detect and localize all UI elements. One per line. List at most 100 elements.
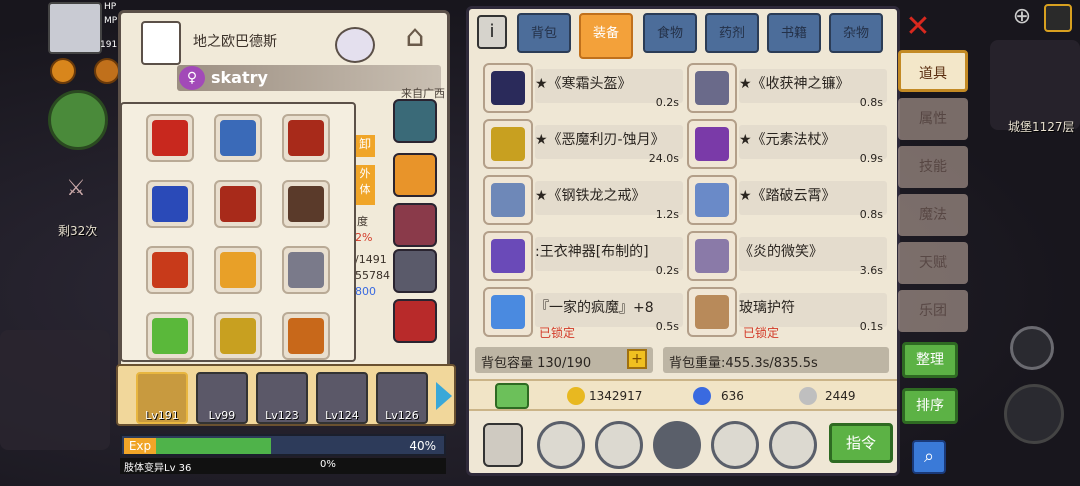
player-avatar[interactable] [48,2,102,54]
gem-icon [693,387,711,405]
ring-icon [483,175,533,225]
equip-slot-weapon[interactable] [146,246,194,294]
tab-backpack[interactable]: 背包 [517,13,571,53]
mutation-bar: 肢体变异Lv 36 0% [120,458,446,474]
stat-fragment: 度 [357,215,368,228]
sort-button[interactable]: 排序 [902,388,958,424]
globe-icon[interactable]: ⊕ [1008,4,1036,32]
item-color [491,127,525,161]
equip-slot-head[interactable] [146,114,194,162]
hero-portrait[interactable]: Lv191 [136,372,188,424]
swap-button[interactable] [769,421,817,469]
female-icon: ♀ [179,66,205,90]
fullscreen-icon[interactable] [1044,4,1072,32]
dice-icon[interactable] [483,423,523,467]
equip-slot-mask[interactable] [282,180,330,228]
item-color [491,239,525,273]
tab-food[interactable]: 食物 [643,13,697,53]
search-icon[interactable]: ⌕ [912,440,946,474]
inventory-item[interactable]: ★《收获神之镰》 0.8s [687,63,887,113]
minimap[interactable] [990,40,1080,130]
pumpkin-icon[interactable] [393,153,437,197]
hero-portrait[interactable]: Lv124 [316,372,368,424]
empty-slot-button[interactable] [653,421,701,469]
tab-equipment[interactable]: 装备 [579,13,633,59]
silver-value: 2449 [825,389,856,403]
tab-potion[interactable]: 药剂 [705,13,759,53]
item-color [491,183,525,217]
unload-tag[interactable]: 卸 [355,135,375,157]
gear-icon[interactable] [393,249,437,293]
inventory-item[interactable]: ★《钢铁龙之戒》 1.2s [483,175,683,225]
scythe-icon [687,63,737,113]
item-color [491,71,525,105]
hero-portrait[interactable]: Lv126 [376,372,428,424]
item-name: ★《恶魔利刃-蚀月》 [535,132,665,148]
stat-fragment: /1491 [355,253,387,266]
inventory-item[interactable]: ★《恶魔利刃-蚀月》 24.0s [483,119,683,169]
equip-slot-staff[interactable] [282,312,330,360]
item-weight: 24.0s [648,152,679,165]
remaining-label: 剩32次 [58,224,98,238]
inventory-item[interactable]: 『一家的疯魔』+8 0.5s 已锁定 [483,287,683,340]
equip-slot-cape[interactable] [282,114,330,162]
item-weight: 0.8s [859,96,883,109]
compass-button[interactable] [595,421,643,469]
amulet-icon [687,287,737,337]
tab-items[interactable]: 道具 [898,50,968,92]
tab-talent[interactable]: 天赋 [898,242,968,284]
exp-percent: 40% [409,439,436,453]
tab-misc[interactable]: 杂物 [829,13,883,53]
book-button[interactable] [711,421,759,469]
equip-slot-body[interactable] [214,180,262,228]
buff-icon[interactable] [94,58,120,84]
demon-icon[interactable] [393,299,437,343]
gold-coin-icon [567,387,585,405]
gem-value: 636 [721,389,744,403]
info-icon[interactable]: i [477,15,507,49]
crest-icon[interactable] [393,99,437,143]
equip-slot-armor[interactable] [146,180,194,228]
tab-magic[interactable]: 魔法 [898,194,968,236]
mutation-label: 肢体变异Lv 36 [124,463,192,474]
next-arrow-icon[interactable] [436,382,452,410]
switch-icon[interactable] [1010,326,1054,370]
equip-slot-gauntlet[interactable] [282,246,330,294]
exp-bar: Exp 40% [120,434,446,456]
hero-portrait[interactable]: Lv123 [256,372,308,424]
capacity-box: 背包容量 130/190 + [475,347,653,373]
inventory-item[interactable]: 《炎的微笑》 3.6s [687,231,887,281]
command-button[interactable]: 指令 [829,423,893,463]
equip-slot-blade[interactable] [214,312,262,360]
guild-emblem-icon[interactable] [141,21,181,65]
hero-portrait[interactable]: Lv99 [196,372,248,424]
inventory-item[interactable]: ★《元素法杖》 0.9s [687,119,887,169]
equip-slot-offhand[interactable] [214,246,262,294]
armor-icon[interactable] [393,203,437,247]
tab-books[interactable]: 书籍 [767,13,821,53]
hero-level: Lv124 [325,409,359,422]
expand-capacity-button[interactable]: + [627,349,647,369]
skill-orb-icon[interactable] [48,90,108,150]
bow-icon[interactable] [1004,384,1064,444]
inventory-item[interactable]: ★《踏破云霄》 0.8s [687,175,887,225]
tab-band[interactable]: 乐团 [898,290,968,332]
tab-attributes[interactable]: 属性 [898,98,968,140]
download-icon[interactable] [495,383,529,409]
tab-skills[interactable]: 技能 [898,146,968,188]
up-arrow-button[interactable] [537,421,585,469]
buff-icon[interactable] [50,58,76,84]
equip-slot-accessory[interactable] [146,312,194,360]
inventory-item[interactable]: :王衣神器[布制的] 0.2s [483,231,683,281]
outer-body-tag[interactable]: 外体 [355,165,375,205]
player-name: skatry [211,68,268,87]
close-icon[interactable]: ✕ [902,10,934,44]
equipment-grid [120,102,356,362]
equip-slot-helmet[interactable] [214,114,262,162]
hanger-icon[interactable]: ⌂ [387,19,443,59]
boots-icon [687,175,737,225]
portal-icon[interactable] [335,27,375,63]
organize-button[interactable]: 整理 [902,342,958,378]
inventory-item[interactable]: 玻璃护符 0.1s 已锁定 [687,287,887,340]
inventory-item[interactable]: ★《寒霜头盔》 0.2s [483,63,683,113]
